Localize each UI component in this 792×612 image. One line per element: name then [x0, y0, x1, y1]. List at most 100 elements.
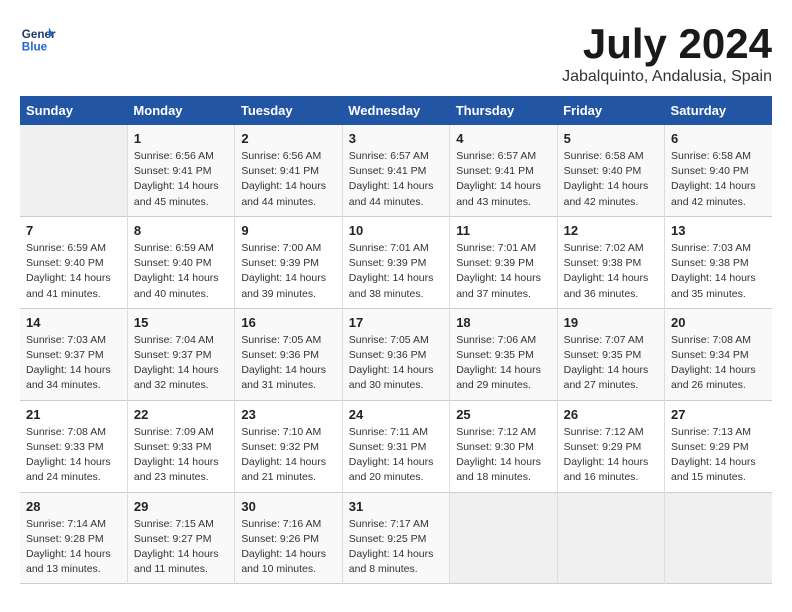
day-number: 5 [564, 131, 658, 146]
day-info: Sunrise: 6:57 AM Sunset: 9:41 PM Dayligh… [456, 149, 550, 210]
calendar-week-3: 14Sunrise: 7:03 AM Sunset: 9:37 PM Dayli… [20, 308, 772, 400]
calendar-cell [20, 125, 127, 216]
calendar-cell: 5 Sunrise: 6:58 AM Sunset: 9:40 PM Daylig… [557, 125, 664, 216]
calendar-body: 1 Sunrise: 6:56 AM Sunset: 9:41 PM Daylig… [20, 125, 772, 584]
calendar-cell: 7 Sunrise: 6:59 AM Sunset: 9:40 PM Daylig… [20, 216, 127, 308]
day-number: 20 [671, 315, 766, 330]
calendar-week-4: 21Sunrise: 7:08 AM Sunset: 9:33 PM Dayli… [20, 400, 772, 492]
calendar-cell: 10 Sunrise: 7:01 AM Sunset: 9:39 PM Dayli… [342, 216, 449, 308]
day-info: Sunrise: 7:14 AM Sunset: 9:28 PM Dayligh… [26, 517, 121, 578]
day-number: 18 [456, 315, 550, 330]
logo: General Blue [20, 20, 56, 56]
day-info: Sunrise: 7:16 AM Sunset: 9:26 PM Dayligh… [241, 517, 335, 578]
day-info: Sunrise: 6:59 AM Sunset: 9:40 PM Dayligh… [26, 241, 121, 302]
calendar-cell: 4 Sunrise: 6:57 AM Sunset: 9:41 PM Daylig… [450, 125, 557, 216]
day-number: 27 [671, 407, 766, 422]
svg-text:Blue: Blue [22, 41, 48, 54]
day-info: Sunrise: 6:56 AM Sunset: 9:41 PM Dayligh… [241, 149, 335, 210]
calendar-cell: 1 Sunrise: 6:56 AM Sunset: 9:41 PM Daylig… [127, 125, 234, 216]
weekday-header-monday: Monday [127, 96, 234, 125]
day-info: Sunrise: 7:01 AM Sunset: 9:39 PM Dayligh… [349, 241, 443, 302]
day-number: 21 [26, 407, 121, 422]
day-number: 26 [564, 407, 658, 422]
day-number: 29 [134, 499, 228, 514]
day-info: Sunrise: 7:07 AM Sunset: 9:35 PM Dayligh… [564, 333, 658, 394]
day-info: Sunrise: 7:08 AM Sunset: 9:34 PM Dayligh… [671, 333, 766, 394]
day-info: Sunrise: 7:12 AM Sunset: 9:30 PM Dayligh… [456, 425, 550, 486]
day-info: Sunrise: 7:05 AM Sunset: 9:36 PM Dayligh… [349, 333, 443, 394]
weekday-header-tuesday: Tuesday [235, 96, 342, 125]
calendar-header: SundayMondayTuesdayWednesdayThursdayFrid… [20, 96, 772, 125]
day-number: 1 [134, 131, 228, 146]
day-number: 19 [564, 315, 658, 330]
calendar-cell: 27Sunrise: 7:13 AM Sunset: 9:29 PM Dayli… [665, 400, 772, 492]
day-info: Sunrise: 6:59 AM Sunset: 9:40 PM Dayligh… [134, 241, 228, 302]
day-info: Sunrise: 6:58 AM Sunset: 9:40 PM Dayligh… [671, 149, 766, 210]
day-number: 12 [564, 223, 658, 238]
day-number: 3 [349, 131, 443, 146]
day-number: 30 [241, 499, 335, 514]
day-info: Sunrise: 7:01 AM Sunset: 9:39 PM Dayligh… [456, 241, 550, 302]
day-number: 9 [241, 223, 335, 238]
calendar-cell: 18Sunrise: 7:06 AM Sunset: 9:35 PM Dayli… [450, 308, 557, 400]
calendar-table: SundayMondayTuesdayWednesdayThursdayFrid… [20, 96, 772, 584]
weekday-header-wednesday: Wednesday [342, 96, 449, 125]
calendar-cell [665, 492, 772, 584]
day-info: Sunrise: 7:04 AM Sunset: 9:37 PM Dayligh… [134, 333, 228, 394]
day-info: Sunrise: 7:17 AM Sunset: 9:25 PM Dayligh… [349, 517, 443, 578]
calendar-cell: 15Sunrise: 7:04 AM Sunset: 9:37 PM Dayli… [127, 308, 234, 400]
calendar-week-2: 7 Sunrise: 6:59 AM Sunset: 9:40 PM Daylig… [20, 216, 772, 308]
day-number: 11 [456, 223, 550, 238]
calendar-cell [557, 492, 664, 584]
calendar-cell: 8 Sunrise: 6:59 AM Sunset: 9:40 PM Daylig… [127, 216, 234, 308]
day-number: 8 [134, 223, 228, 238]
main-title: July 2024 [562, 20, 772, 68]
calendar-cell: 21Sunrise: 7:08 AM Sunset: 9:33 PM Dayli… [20, 400, 127, 492]
calendar-cell: 6 Sunrise: 6:58 AM Sunset: 9:40 PM Daylig… [665, 125, 772, 216]
day-info: Sunrise: 7:05 AM Sunset: 9:36 PM Dayligh… [241, 333, 335, 394]
day-number: 7 [26, 223, 121, 238]
day-number: 23 [241, 407, 335, 422]
calendar-cell: 12Sunrise: 7:02 AM Sunset: 9:38 PM Dayli… [557, 216, 664, 308]
calendar-cell: 19 Sunrise: 7:07 AM Sunset: 9:35 PM Dayli… [557, 308, 664, 400]
calendar-week-1: 1 Sunrise: 6:56 AM Sunset: 9:41 PM Daylig… [20, 125, 772, 216]
calendar-cell: 22 Sunrise: 7:09 AM Sunset: 9:33 PM Dayli… [127, 400, 234, 492]
subtitle: Jabalquinto, Andalusia, Spain [562, 68, 772, 86]
calendar-cell: 16 Sunrise: 7:05 AM Sunset: 9:36 PM Dayli… [235, 308, 342, 400]
calendar-cell: 14Sunrise: 7:03 AM Sunset: 9:37 PM Dayli… [20, 308, 127, 400]
weekday-header-saturday: Saturday [665, 96, 772, 125]
day-number: 4 [456, 131, 550, 146]
day-number: 22 [134, 407, 228, 422]
day-number: 6 [671, 131, 766, 146]
day-info: Sunrise: 7:00 AM Sunset: 9:39 PM Dayligh… [241, 241, 335, 302]
day-info: Sunrise: 7:11 AM Sunset: 9:31 PM Dayligh… [349, 425, 443, 486]
day-number: 24 [349, 407, 443, 422]
day-number: 13 [671, 223, 766, 238]
calendar-cell: 25Sunrise: 7:12 AM Sunset: 9:30 PM Dayli… [450, 400, 557, 492]
calendar-cell: 28 Sunrise: 7:14 AM Sunset: 9:28 PM Dayli… [20, 492, 127, 584]
calendar-cell: 11 Sunrise: 7:01 AM Sunset: 9:39 PM Dayli… [450, 216, 557, 308]
calendar-cell: 24 Sunrise: 7:11 AM Sunset: 9:31 PM Dayli… [342, 400, 449, 492]
day-info: Sunrise: 6:58 AM Sunset: 9:40 PM Dayligh… [564, 149, 658, 210]
calendar-cell: 23 Sunrise: 7:10 AM Sunset: 9:32 PM Dayli… [235, 400, 342, 492]
calendar-cell [450, 492, 557, 584]
calendar-cell: 9 Sunrise: 7:00 AM Sunset: 9:39 PM Daylig… [235, 216, 342, 308]
day-info: Sunrise: 7:12 AM Sunset: 9:29 PM Dayligh… [564, 425, 658, 486]
calendar-cell: 3Sunrise: 6:57 AM Sunset: 9:41 PM Daylig… [342, 125, 449, 216]
calendar-cell: 29 Sunrise: 7:15 AM Sunset: 9:27 PM Dayli… [127, 492, 234, 584]
day-info: Sunrise: 6:56 AM Sunset: 9:41 PM Dayligh… [134, 149, 228, 210]
day-info: Sunrise: 7:15 AM Sunset: 9:27 PM Dayligh… [134, 517, 228, 578]
weekday-header-thursday: Thursday [450, 96, 557, 125]
header: General Blue July 2024 Jabalquinto, Anda… [20, 20, 772, 86]
title-area: July 2024 Jabalquinto, Andalusia, Spain [562, 20, 772, 86]
weekday-header-friday: Friday [557, 96, 664, 125]
day-number: 17 [349, 315, 443, 330]
day-number: 31 [349, 499, 443, 514]
day-number: 14 [26, 315, 121, 330]
day-number: 28 [26, 499, 121, 514]
day-info: Sunrise: 7:09 AM Sunset: 9:33 PM Dayligh… [134, 425, 228, 486]
weekday-header-row: SundayMondayTuesdayWednesdayThursdayFrid… [20, 96, 772, 125]
day-number: 16 [241, 315, 335, 330]
day-info: Sunrise: 7:10 AM Sunset: 9:32 PM Dayligh… [241, 425, 335, 486]
day-number: 10 [349, 223, 443, 238]
